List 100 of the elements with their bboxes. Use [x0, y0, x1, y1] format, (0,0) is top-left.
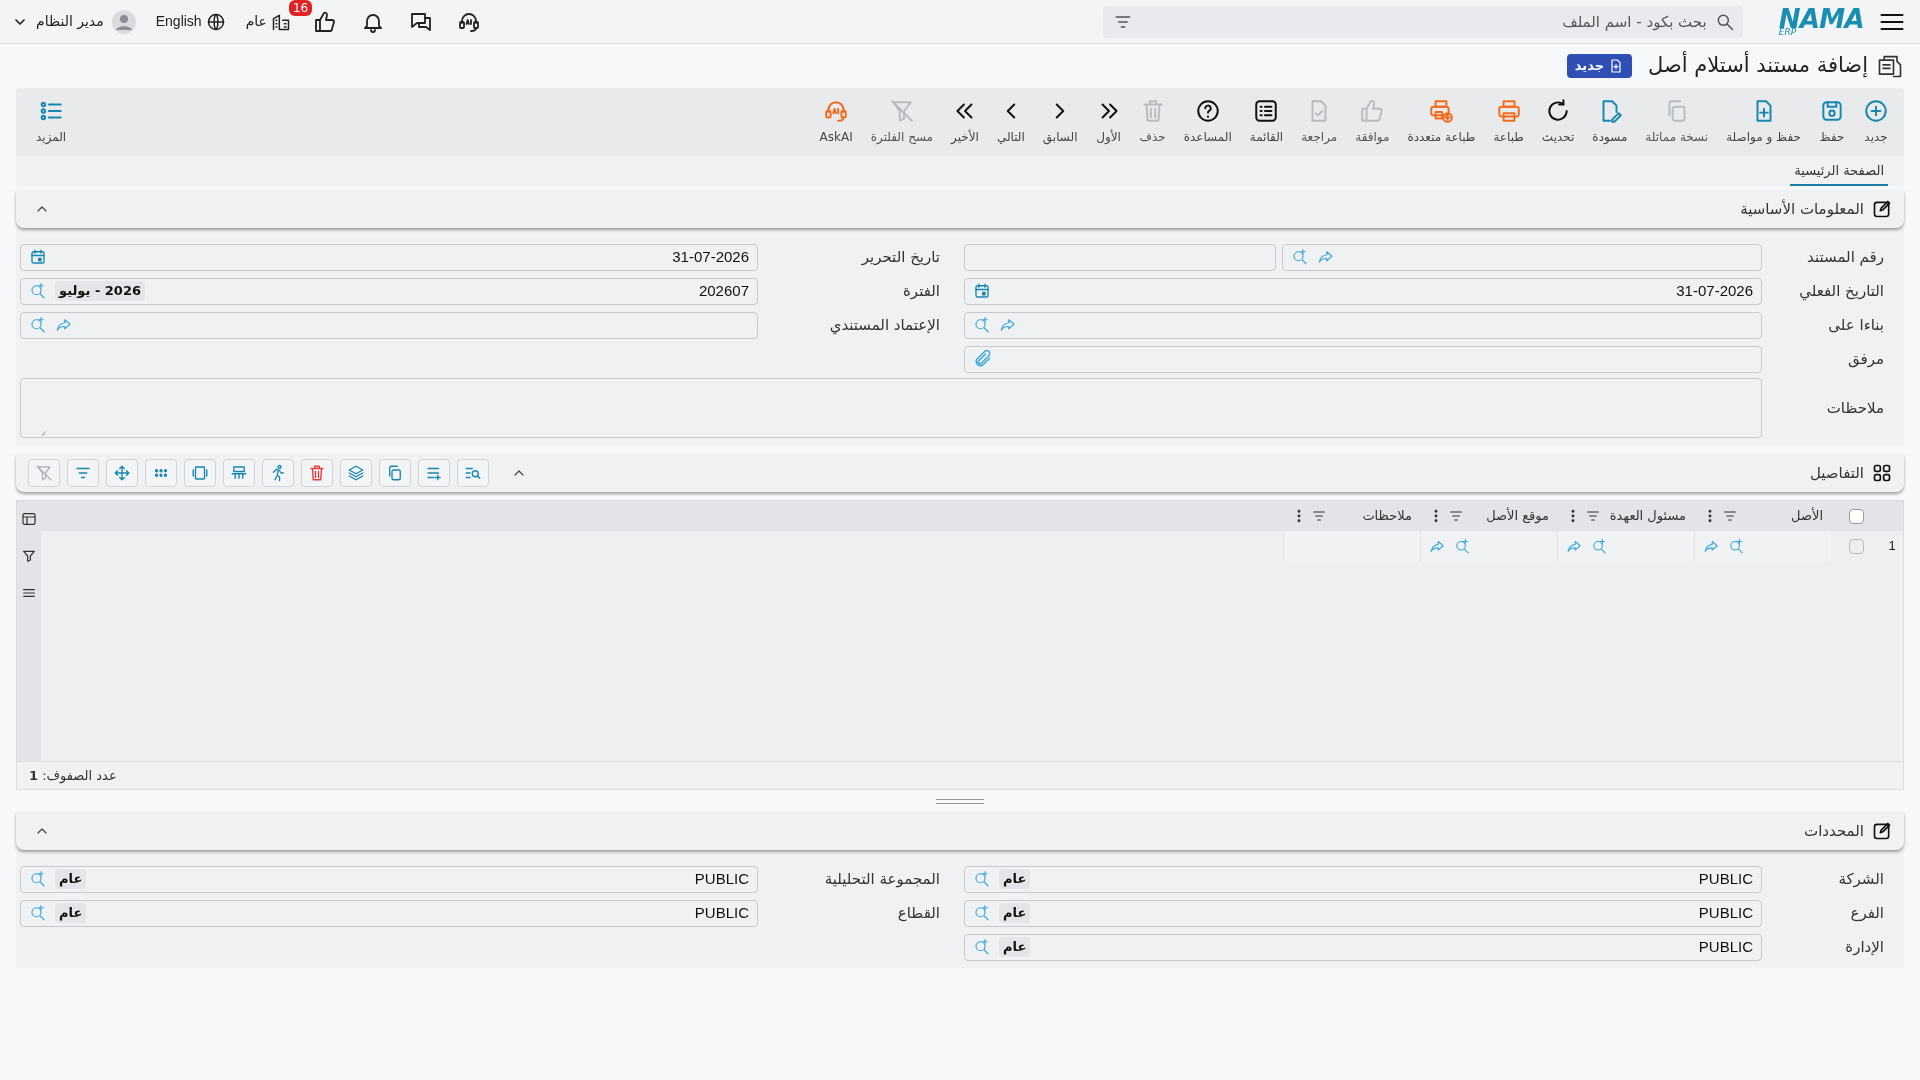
splitter-handle[interactable] [936, 798, 984, 804]
print-button[interactable]: طباعة [1486, 94, 1531, 150]
field-label: مرفق [1847, 348, 1884, 370]
sort-button[interactable] [67, 459, 99, 487]
select-all-checkbox[interactable] [1848, 508, 1864, 524]
tag: عام [55, 903, 87, 923]
trash-icon [308, 464, 326, 482]
field-label: ملاحظات [1825, 397, 1884, 419]
share-icon [1316, 248, 1335, 266]
search-icon [973, 316, 991, 334]
calendar-icon [29, 248, 47, 266]
columns-button[interactable] [184, 459, 216, 487]
last-button[interactable]: الأخير [944, 94, 986, 150]
insert-rows-button[interactable] [223, 459, 255, 487]
search-icon [1290, 248, 1309, 266]
list-button[interactable]: القائمة [1242, 94, 1291, 150]
ask-ai-button[interactable]: AskAI [812, 94, 860, 150]
search-icon [973, 904, 991, 922]
row-checkbox[interactable] [1848, 538, 1864, 554]
search-field[interactable]: بحث بكود - اسم الملف [1102, 5, 1743, 38]
table-icon [21, 511, 37, 527]
input-field[interactable] [1281, 243, 1762, 271]
grid-icon [1872, 463, 1892, 483]
company-selector[interactable]: عام [245, 11, 291, 32]
field-label: الإدارة [1844, 936, 1884, 958]
previous-button[interactable]: السابق [1035, 94, 1085, 150]
search-icon [29, 870, 47, 888]
section-title: المعلومات الأساسية [1740, 198, 1864, 220]
input-field[interactable] [964, 311, 1762, 339]
draft-button[interactable]: مسودة [1585, 94, 1635, 150]
edit-icon [1872, 821, 1892, 841]
column-header[interactable]: موقع الأصل [1420, 501, 1557, 531]
column-header[interactable]: مسئول العهدة [1557, 501, 1694, 531]
tag: عام [55, 869, 87, 889]
field-label: بناءا على [1827, 314, 1884, 336]
filter-off-icon [35, 464, 53, 482]
new-button[interactable]: جديد [1856, 94, 1896, 150]
more-tools-button[interactable] [145, 459, 177, 487]
search-icon [1728, 537, 1745, 555]
first-button[interactable]: الأول [1088, 94, 1129, 150]
move-icon [113, 464, 131, 482]
filter-icon [1585, 508, 1601, 524]
more-button[interactable]: المزيد [24, 94, 79, 150]
paperclip-icon [973, 349, 993, 369]
field-label: التاريخ الفعلي [1798, 280, 1884, 303]
column-header[interactable]: الأصل [1694, 501, 1831, 531]
help-icon [1194, 98, 1221, 124]
columns-icon [191, 464, 209, 482]
tab[interactable]: الصفحة الرئيسية [1790, 160, 1888, 186]
copy-icon [386, 464, 404, 482]
avatar-icon [111, 9, 136, 34]
count-badge: 16 [288, 0, 313, 16]
language-selector[interactable]: English [155, 11, 226, 32]
notes-field[interactable] [20, 378, 1762, 438]
refresh-button[interactable]: تحديث [1534, 94, 1582, 150]
field-label: الفرع [1849, 902, 1884, 924]
field-label: الإعتماد المستندي [828, 314, 940, 337]
search-icon [973, 938, 991, 956]
filter-icon [1448, 508, 1464, 524]
tag: عام [999, 869, 1031, 889]
status-badge: جديد [1566, 54, 1633, 78]
input-field[interactable]: 31-07-2026 [964, 277, 1762, 305]
field-label: رقم المستند [1806, 246, 1884, 268]
filter-off-icon [888, 98, 915, 124]
help-button[interactable]: المساعدة [1176, 94, 1239, 150]
column-header[interactable]: ملاحظات [1283, 501, 1420, 531]
list-icon [1253, 98, 1280, 124]
filter-icon [1311, 508, 1327, 524]
printer-icon [1495, 98, 1522, 124]
input-field[interactable] [964, 243, 1276, 271]
input-field[interactable] [964, 345, 1762, 373]
user-menu[interactable]: مدير النظام [12, 9, 136, 34]
layers-button[interactable] [340, 459, 372, 487]
next-button[interactable]: التالي [989, 94, 1032, 150]
delete-row-button[interactable] [301, 459, 333, 487]
plus-icon [1863, 98, 1889, 124]
section-title: التفاصيل [1809, 462, 1864, 484]
copy-row-button[interactable] [379, 459, 411, 487]
save-button[interactable]: حفظ [1812, 94, 1852, 150]
tag: 2026 - يوليو [55, 281, 145, 301]
search-rows-button[interactable] [457, 459, 489, 487]
page-title: إضافة مستند أستلام أصل [1648, 50, 1868, 80]
filter-icon [21, 548, 37, 564]
input-field[interactable]: 31-07-2026 [20, 243, 758, 271]
field-label: الشركة [1837, 868, 1884, 890]
table-icon [230, 464, 248, 482]
field-label: المجموعة التحليلية [823, 868, 940, 890]
move-button[interactable] [106, 459, 138, 487]
calendar-icon [973, 282, 991, 300]
save-and-continue-button[interactable]: حفظ و مواصلة [1719, 94, 1808, 150]
headset-icon [823, 98, 850, 124]
batch-print-button[interactable]: طباعة متعددة [1400, 94, 1483, 150]
input-field[interactable] [20, 311, 758, 339]
add-row-button[interactable] [418, 459, 450, 487]
run-button[interactable] [262, 459, 294, 487]
filter-icon [1722, 508, 1738, 524]
share-icon [999, 316, 1017, 334]
field-label: الفترة [902, 280, 940, 302]
globe-icon [205, 11, 226, 32]
search-icon [973, 870, 991, 888]
